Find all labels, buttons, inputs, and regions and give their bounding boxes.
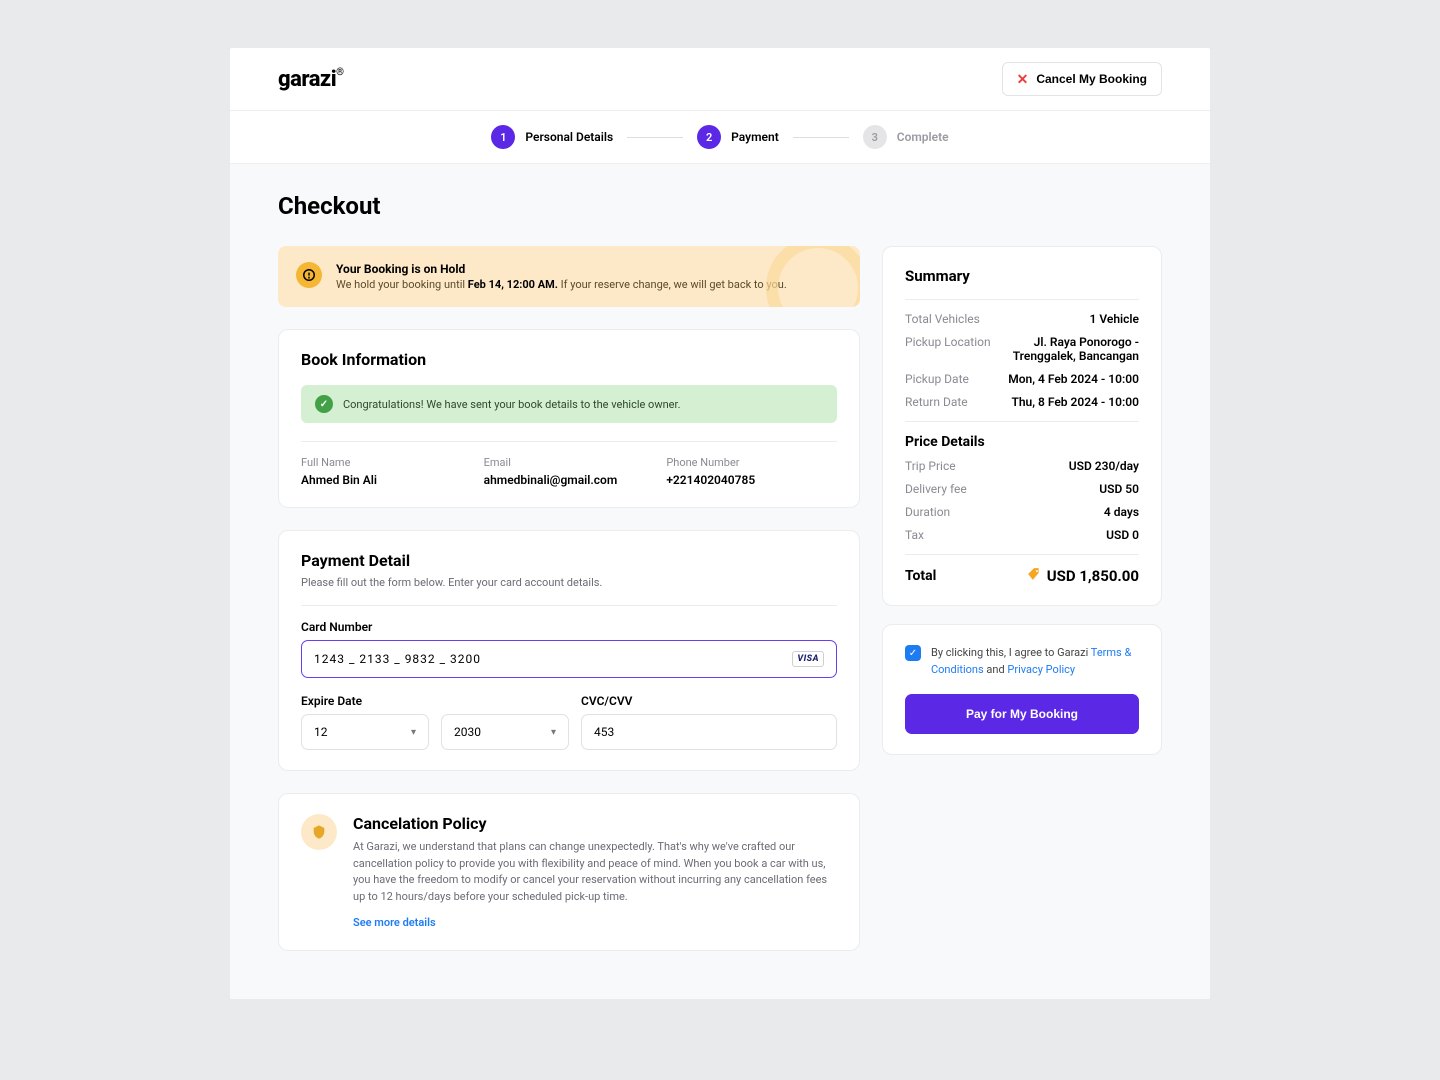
card-number-input[interactable]: 1243 _ 2133 _ 9832 _ 3200 VISA xyxy=(301,640,837,678)
check-icon: ✓ xyxy=(315,395,333,413)
step-connector xyxy=(793,137,849,138)
price-details-heading: Price Details xyxy=(905,434,1139,450)
step-payment[interactable]: 2 Payment xyxy=(697,125,779,149)
summary-row-total-vehicles: Total Vehicles 1 Vehicle xyxy=(905,312,1139,326)
price-tag-icon xyxy=(1027,567,1041,585)
phone-label: Phone Number xyxy=(666,456,837,469)
see-more-details-link[interactable]: See more details xyxy=(353,916,436,929)
email-value: ahmedbinali@gmail.com xyxy=(484,473,655,487)
cvc-input[interactable]: 453 xyxy=(581,714,837,750)
step-personal-details[interactable]: 1 Personal Details xyxy=(491,125,613,149)
expire-cvc-row: Expire Date 12 ▾ 2030 ▾ xyxy=(301,694,837,750)
card-number-label: Card Number xyxy=(301,620,837,634)
cvc-group: CVC/CVV 453 xyxy=(581,694,837,750)
alert-text: Your Booking is on Hold We hold your boo… xyxy=(336,262,787,291)
expire-year-select[interactable]: 2030 ▾ xyxy=(441,714,569,750)
email-field: Email ahmedbinali@gmail.com xyxy=(484,456,655,487)
expire-year-group: 2030 ▾ xyxy=(441,694,569,750)
success-message: Congratulations! We have sent your book … xyxy=(343,398,680,411)
price-row-delivery: Delivery fee USD 50 xyxy=(905,482,1139,496)
cancel-heading: Cancelation Policy xyxy=(353,814,837,833)
divider xyxy=(905,554,1139,555)
step-connector xyxy=(627,137,683,138)
step-label: Complete xyxy=(897,130,949,144)
phone-value: +221402040785 xyxy=(666,473,837,487)
brand-logo: garazi® xyxy=(278,67,344,92)
card-number-value: 1243 _ 2133 _ 9832 _ 3200 xyxy=(314,652,481,666)
agree-checkbox[interactable]: ✓ xyxy=(905,645,921,661)
left-column: Your Booking is on Hold We hold your boo… xyxy=(278,246,860,951)
total-row: Total USD 1,850.00 xyxy=(905,567,1139,585)
close-icon: ✕ xyxy=(1017,72,1029,86)
alert-body: We hold your booking until Feb 14, 12:00… xyxy=(336,278,787,291)
book-info-heading: Book Information xyxy=(301,350,837,369)
total-label: Total xyxy=(905,568,936,584)
booking-hold-alert: Your Booking is on Hold We hold your boo… xyxy=(278,246,860,307)
stepper: 1 Personal Details 2 Payment 3 Complete xyxy=(230,111,1210,164)
summary-heading: Summary xyxy=(905,267,1139,285)
payment-detail-card: Payment Detail Please fill out the form … xyxy=(278,530,860,771)
page-title: Checkout xyxy=(278,192,1162,220)
payment-heading: Payment Detail xyxy=(301,551,837,570)
info-icon xyxy=(296,262,322,288)
total-value: USD 1,850.00 xyxy=(1027,567,1139,585)
email-label: Email xyxy=(484,456,655,469)
right-column: Summary Total Vehicles 1 Vehicle Pickup … xyxy=(882,246,1162,951)
agree-pay-card: ✓ By clicking this, I agree to Garazi Te… xyxy=(882,624,1162,755)
divider xyxy=(301,605,837,606)
expire-month-select[interactable]: 12 ▾ xyxy=(301,714,429,750)
app-frame: garazi® ✕ Cancel My Booking 1 Personal D… xyxy=(230,48,1210,999)
cancel-booking-button[interactable]: ✕ Cancel My Booking xyxy=(1002,62,1162,96)
agree-text: By clicking this, I agree to Garazi Term… xyxy=(931,645,1139,678)
step-number: 1 xyxy=(491,125,515,149)
full-name-label: Full Name xyxy=(301,456,472,469)
expire-month-group: Expire Date 12 ▾ xyxy=(301,694,429,750)
brand-mark: ® xyxy=(336,67,343,78)
summary-card: Summary Total Vehicles 1 Vehicle Pickup … xyxy=(882,246,1162,606)
cancel-text: At Garazi, we understand that plans can … xyxy=(353,839,837,905)
divider xyxy=(905,299,1139,300)
chevron-down-icon: ▾ xyxy=(411,727,416,738)
price-row-tax: Tax USD 0 xyxy=(905,528,1139,542)
step-label: Personal Details xyxy=(525,130,613,144)
agree-row: ✓ By clicking this, I agree to Garazi Te… xyxy=(905,645,1139,678)
success-banner: ✓ Congratulations! We have sent your boo… xyxy=(301,385,837,423)
step-number: 2 xyxy=(697,125,721,149)
shield-icon xyxy=(301,814,337,850)
summary-row-pickup-date: Pickup Date Mon, 4 Feb 2024 - 10:00 xyxy=(905,372,1139,386)
spacer-label xyxy=(441,694,569,708)
cvc-label: CVC/CVV xyxy=(581,694,837,708)
price-row-duration: Duration 4 days xyxy=(905,505,1139,519)
cancel-body: Cancelation Policy At Garazi, we underst… xyxy=(353,814,837,930)
expire-date-label: Expire Date xyxy=(301,694,429,708)
price-row-trip: Trip Price USD 230/day xyxy=(905,459,1139,473)
header: garazi® ✕ Cancel My Booking xyxy=(230,48,1210,111)
chevron-down-icon: ▾ xyxy=(551,727,556,738)
cancel-booking-label: Cancel My Booking xyxy=(1036,72,1147,86)
content: Checkout Your Booking is on Hold We hold… xyxy=(230,164,1210,999)
phone-field: Phone Number +221402040785 xyxy=(666,456,837,487)
step-number: 3 xyxy=(863,125,887,149)
summary-row-return-date: Return Date Thu, 8 Feb 2024 - 10:00 xyxy=(905,395,1139,409)
brand-name: garazi xyxy=(278,67,336,92)
full-name-value: Ahmed Bin Ali xyxy=(301,473,472,487)
alert-title: Your Booking is on Hold xyxy=(336,262,787,276)
payment-subtext: Please fill out the form below. Enter yo… xyxy=(301,576,837,589)
divider xyxy=(905,421,1139,422)
cancellation-policy-card: Cancelation Policy At Garazi, we underst… xyxy=(278,793,860,951)
divider xyxy=(301,441,837,442)
step-complete: 3 Complete xyxy=(863,125,949,149)
full-name-field: Full Name Ahmed Bin Ali xyxy=(301,456,472,487)
pay-button[interactable]: Pay for My Booking xyxy=(905,694,1139,734)
summary-row-pickup-location: Pickup Location Jl. Raya Ponorogo - Tren… xyxy=(905,335,1139,363)
step-label: Payment xyxy=(731,130,779,144)
expire-month-value: 12 xyxy=(314,725,328,739)
privacy-link[interactable]: Privacy Policy xyxy=(1007,663,1075,676)
expire-year-value: 2030 xyxy=(454,725,481,739)
info-grid: Full Name Ahmed Bin Ali Email ahmedbinal… xyxy=(301,456,837,487)
book-information-card: Book Information ✓ Congratulations! We h… xyxy=(278,329,860,508)
visa-badge-icon: VISA xyxy=(792,651,824,667)
cvc-value: 453 xyxy=(594,725,614,739)
